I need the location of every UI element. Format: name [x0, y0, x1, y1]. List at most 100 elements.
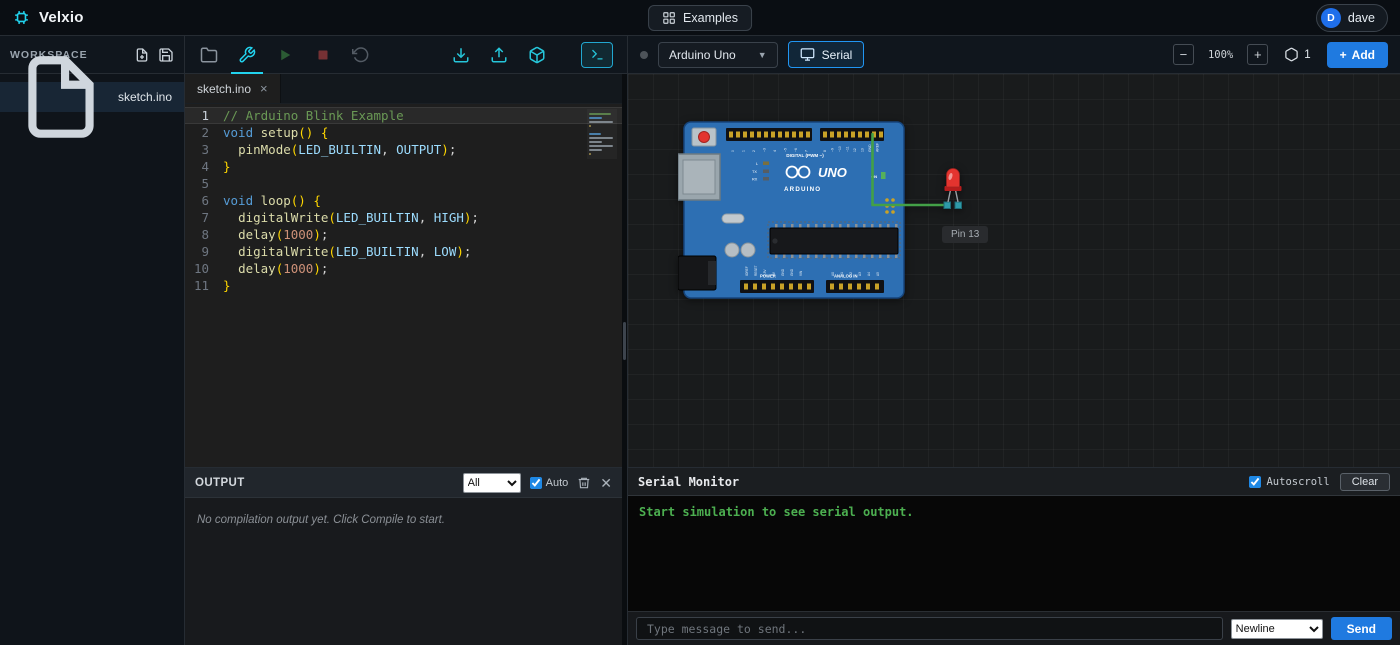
box-icon: [1284, 47, 1299, 62]
svg-text:12: 12: [853, 148, 857, 152]
autoscroll-checkbox-label[interactable]: Autoscroll: [1249, 476, 1329, 488]
app-window: Velxio Examples D dave WORKSPACE: [0, 0, 1400, 645]
code-line[interactable]: 7 digitalWrite(LED_BUILTIN, HIGH);: [185, 209, 622, 226]
code-line[interactable]: 5: [185, 175, 622, 192]
serial-output-line: Start simulation to see serial output.: [639, 505, 914, 519]
splitter-grip[interactable]: [623, 322, 626, 360]
serial-monitor-title: Serial Monitor: [638, 475, 1249, 489]
svg-text:L: L: [756, 162, 758, 166]
upload-button[interactable]: [489, 36, 509, 74]
capacitor: [725, 243, 739, 257]
svg-text:ANALOG IN: ANALOG IN: [834, 274, 858, 279]
svg-text:AREF: AREF: [876, 143, 880, 152]
file-name: sketch.ino: [118, 90, 172, 104]
zoom-out-button[interactable]: −: [1173, 44, 1194, 65]
serial-message-input[interactable]: [636, 617, 1223, 640]
close-output-icon[interactable]: ✕: [600, 476, 612, 490]
svg-text:~3: ~3: [763, 148, 767, 152]
run-button[interactable]: [275, 36, 295, 74]
simulation-column: 012~34~5~678~9~10~111213GNDAREF DIGITAL …: [628, 74, 1400, 645]
add-label: Add: [1352, 48, 1375, 62]
tab-close-icon[interactable]: ×: [260, 81, 268, 96]
open-folder-button[interactable]: [199, 36, 219, 74]
simulation-toolbar: Arduino Uno ▼ Serial − 100% + 1 + Add: [628, 36, 1400, 73]
new-file-icon[interactable]: [134, 47, 150, 63]
plus-icon: +: [1340, 48, 1347, 62]
component-count: 1: [1304, 49, 1310, 61]
svg-text:~10: ~10: [838, 146, 842, 152]
svg-text:0: 0: [731, 150, 735, 152]
device-select-value: Arduino Uno: [669, 48, 736, 62]
svg-text:~9: ~9: [831, 148, 835, 152]
autoscroll-checkbox[interactable]: [1249, 476, 1261, 488]
chevron-down-icon: ▼: [758, 50, 767, 60]
svg-text:~5: ~5: [784, 148, 788, 152]
editor-column: sketch.ino × 1// Arduino Blink Example2v…: [185, 74, 622, 645]
compile-button[interactable]: [237, 36, 257, 74]
file-item-sketch-ino[interactable]: sketch.ino: [0, 82, 184, 112]
device-select[interactable]: Arduino Uno ▼: [658, 42, 778, 68]
usb-connector: [678, 154, 720, 200]
output-controls: All Auto ✕: [463, 473, 612, 493]
svg-text:A3: A3: [858, 272, 862, 276]
terminal-toggle-button[interactable]: [581, 42, 613, 68]
save-icon[interactable]: [158, 47, 174, 63]
download-button[interactable]: [451, 36, 471, 74]
svg-text:~11: ~11: [846, 146, 850, 152]
capacitor: [741, 243, 755, 257]
svg-text:7: 7: [805, 150, 809, 152]
output-body: No compilation output yet. Click Compile…: [185, 498, 622, 645]
led-component: [944, 169, 962, 209]
minimap[interactable]: [587, 109, 617, 159]
auto-checkbox[interactable]: [530, 477, 542, 489]
svg-text:GND: GND: [790, 268, 794, 276]
svg-text:A4: A4: [867, 272, 871, 276]
output-filter-select[interactable]: All: [463, 473, 521, 493]
add-component-button[interactable]: + Add: [1327, 42, 1388, 68]
code-editor[interactable]: 1// Arduino Blink Example2void setup() {…: [185, 104, 622, 467]
code-line[interactable]: 6void loop() {: [185, 192, 622, 209]
svg-text:~6: ~6: [794, 148, 798, 152]
serial-monitor-header: Serial Monitor Autoscroll Clear: [628, 468, 1400, 496]
output-title: OUTPUT: [195, 477, 463, 489]
svg-text:RESET: RESET: [754, 265, 758, 276]
code-line[interactable]: 10 delay(1000);: [185, 260, 622, 277]
code-line[interactable]: 2void setup() {: [185, 124, 622, 141]
stop-button[interactable]: [313, 36, 333, 74]
line-ending-select[interactable]: Newline: [1231, 619, 1323, 639]
tab-sketch-ino[interactable]: sketch.ino ×: [185, 74, 281, 103]
power-jack: [678, 256, 716, 290]
component-count-badge: 1: [1284, 47, 1310, 62]
send-button[interactable]: Send: [1331, 617, 1392, 640]
examples-button[interactable]: Examples: [648, 5, 752, 31]
svg-text:DIGITAL (PWM ~): DIGITAL (PWM ~): [786, 153, 824, 158]
zoom-in-button[interactable]: +: [1247, 44, 1268, 65]
svg-text:POWER: POWER: [760, 274, 776, 279]
code-line[interactable]: 3 pinMode(LED_BUILTIN, OUTPUT);: [185, 141, 622, 158]
trash-icon[interactable]: [577, 476, 591, 490]
clear-serial-button[interactable]: Clear: [1340, 473, 1390, 491]
library-cube-button[interactable]: [527, 36, 547, 74]
svg-text:RX: RX: [752, 178, 758, 182]
reset-button[interactable]: [351, 36, 371, 74]
monitor-icon: [800, 47, 815, 62]
auto-checkbox-label[interactable]: Auto: [530, 477, 569, 489]
code-line[interactable]: 1// Arduino Blink Example: [185, 107, 622, 124]
svg-text:1: 1: [742, 150, 746, 152]
pin-tooltip: Pin 13: [942, 226, 988, 243]
code-line[interactable]: 4}: [185, 158, 622, 175]
editor-toolbar: [185, 36, 628, 73]
svg-text:ARDUINO: ARDUINO: [784, 186, 821, 193]
user-menu[interactable]: D dave: [1316, 4, 1388, 32]
board-body: 012~34~5~678~9~10~111213GNDAREF DIGITAL …: [678, 122, 904, 298]
toolbar-row: WORKSPACE: [0, 36, 1400, 74]
workspace-sidebar: sketch.ino: [0, 74, 185, 645]
serial-view-button[interactable]: Serial: [788, 41, 865, 68]
code-line[interactable]: 8 delay(1000);: [185, 226, 622, 243]
serial-view-label: Serial: [822, 48, 853, 62]
code-line[interactable]: 11}: [185, 277, 622, 294]
simulation-canvas[interactable]: 012~34~5~678~9~10~111213GNDAREF DIGITAL …: [628, 74, 1400, 467]
svg-text:4: 4: [773, 150, 777, 152]
main-area: sketch.ino sketch.ino × 1// Arduino Blin…: [0, 74, 1400, 645]
code-line[interactable]: 9 digitalWrite(LED_BUILTIN, LOW);: [185, 243, 622, 260]
